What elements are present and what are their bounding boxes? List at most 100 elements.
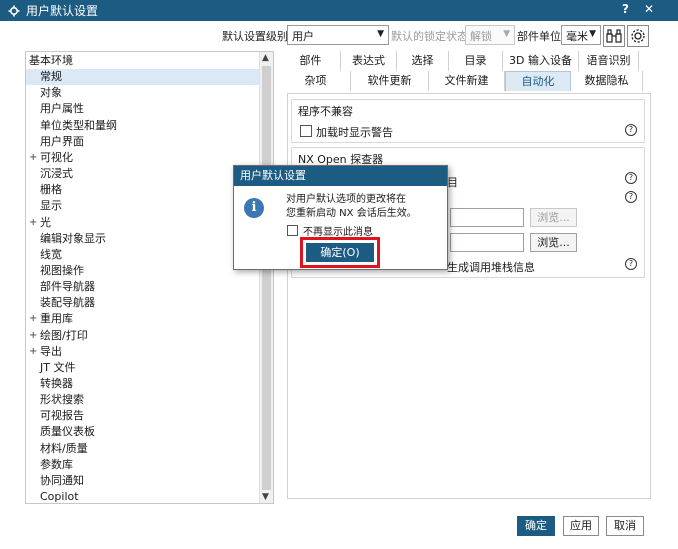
tree-item-label: 栅格 (40, 183, 62, 197)
tree-item-label: 形状搜索 (40, 393, 84, 407)
path-input-1[interactable] (450, 208, 524, 227)
tab[interactable]: 数据隐私 (571, 71, 643, 91)
units-value: 毫米 (566, 30, 588, 43)
binoculars-button[interactable] (603, 25, 625, 47)
tree-item-label: 线宽 (40, 247, 62, 261)
path-input-2[interactable] (450, 233, 524, 252)
tree-item-label: 部件导航器 (40, 280, 95, 294)
scroll-thumb[interactable] (262, 66, 271, 490)
tree-item-label: 可视化 (40, 150, 73, 164)
tab[interactable]: 部件 (281, 51, 341, 71)
partial-label: 目 (447, 176, 458, 189)
group-title: 程序不兼容 (298, 105, 353, 118)
tree-item[interactable]: 常规 (26, 69, 260, 86)
tab[interactable]: 目录 (449, 51, 503, 71)
tab[interactable]: 3D 输入设备 (503, 51, 579, 71)
tree-item-label: 装配导航器 (40, 296, 95, 310)
tab[interactable]: 软件更新 (351, 71, 429, 91)
cancel-button[interactable]: 取消 (606, 516, 644, 536)
dialog-message-line1: 对用户默认选项的更改将在 (286, 194, 406, 205)
units-label: 部件单位 (517, 30, 561, 43)
tree-item-label: 沉浸式 (40, 167, 73, 181)
stack-info-label: 生成调用堆栈信息 (447, 261, 535, 274)
lock-select[interactable]: 解锁 ▼ (465, 25, 515, 45)
tree-item-label: 质量仪表板 (40, 425, 95, 439)
units-select[interactable]: 毫米 ▼ (561, 25, 601, 45)
restart-notice-dialog: 用户默认设置 i 对用户默认选项的更改将在 您重新启动 NX 会话后生效。 不再… (233, 165, 448, 270)
show-warning-checkbox[interactable] (300, 125, 312, 137)
binoculars-icon (606, 29, 622, 43)
chevron-down-icon: ▼ (503, 29, 510, 39)
tree-item-label: 用户界面 (40, 134, 84, 148)
window-titlebar: 用户默认设置 ? ✕ (0, 0, 678, 21)
incompatible-group: 程序不兼容 加载时显示警告 ? (291, 99, 645, 143)
expand-icon[interactable]: + (29, 344, 37, 360)
tree-item-label: 编辑对象显示 (40, 231, 106, 245)
settings-button[interactable] (627, 25, 649, 47)
tab[interactable]: 杂项 (281, 71, 351, 91)
browse-button-1[interactable]: 浏览... (530, 208, 577, 227)
level-label: 默认设置级别 (222, 30, 288, 43)
tree-item-label: 基本环境 (29, 54, 73, 67)
tree-item-label: 材料/质量 (40, 441, 88, 455)
help-icon[interactable]: ? (625, 258, 637, 270)
lock-label: 默认的锁定状态 (391, 30, 468, 43)
tree-scrollbar[interactable]: ▲ ▼ (259, 52, 273, 503)
chevron-down-icon: ▼ (589, 29, 596, 39)
scroll-down-icon[interactable]: ▼ (262, 492, 269, 502)
tree-item-label: 单位类型和量纲 (40, 118, 117, 132)
tree-item-label: 视图操作 (40, 263, 84, 277)
window-title: 用户默认设置 (26, 4, 99, 18)
dont-show-label: 不再显示此消息 (303, 227, 373, 238)
level-select[interactable]: 用户 ▼ (287, 25, 389, 45)
scroll-up-icon[interactable]: ▲ (262, 53, 269, 63)
chevron-down-icon: ▼ (377, 29, 384, 39)
tab[interactable]: 文件新建 (429, 71, 505, 91)
dialog-title: 用户默认设置 (234, 166, 447, 186)
expand-icon[interactable]: + (29, 311, 37, 327)
help-icon[interactable]: ? (625, 191, 637, 203)
close-button[interactable]: ✕ (644, 2, 654, 16)
tab[interactable]: 语音识别 (579, 51, 639, 71)
tree-item-label: 用户属性 (40, 102, 84, 116)
tree-item-label: 常规 (40, 70, 62, 84)
dont-show-checkbox[interactable] (287, 225, 298, 236)
ok-button-highlight: 确定(O) (300, 237, 380, 268)
tree-item-label: 导出 (40, 344, 62, 358)
browse-button-2[interactable]: 浏览... (530, 233, 577, 252)
dialog-message: 对用户默认选项的更改将在 您重新启动 NX 会话后生效。 (286, 193, 417, 221)
dialog-message-line2: 您重新启动 NX 会话后生效。 (286, 208, 417, 219)
tree-item-label: 转换器 (40, 377, 73, 390)
help-button[interactable]: ? (622, 2, 629, 16)
info-icon: i (244, 198, 264, 218)
ok-button[interactable]: 确定 (517, 516, 555, 536)
tab[interactable]: 选择 (397, 51, 449, 71)
tree-item-label: 对象 (40, 86, 62, 100)
gear-icon (8, 5, 20, 16)
level-value: 用户 (292, 30, 314, 43)
tab[interactable]: 自动化 (505, 71, 571, 91)
help-icon[interactable]: ? (625, 124, 637, 136)
help-icon[interactable]: ? (625, 172, 637, 184)
apply-button[interactable]: 应用 (563, 516, 599, 536)
tab[interactable]: 表达式 (341, 51, 397, 71)
settings-tree[interactable]: 基本环境 常规 对象 用户属性 单位类型和量纲 用户界面 + 可视化 沉浸式 栅格 显示 + 光编辑对象… (25, 51, 274, 504)
settings-toolbar: 默认设置级别 用户 ▼ 默认的锁定状态 解锁 ▼ 部件单位 毫米 ▼ (0, 25, 678, 47)
expand-icon[interactable]: + (29, 150, 37, 166)
lock-value: 解锁 (470, 30, 492, 43)
show-warning-label: 加载时显示警告 (316, 126, 393, 139)
tree-item-label: 绘图/打印 (40, 328, 88, 342)
automation-panel: 程序不兼容 加载时显示警告 ? NX Open 探查器 目 ? ? 浏览... … (287, 93, 651, 499)
dialog-ok-button[interactable]: 确定(O) (306, 243, 374, 262)
tree-item-label: JT 文件 (40, 360, 76, 374)
tree-item-label: 显示 (40, 199, 62, 213)
tree-item-label: 重用库 (40, 312, 73, 326)
tree-item-label: 参数库 (40, 457, 73, 471)
tree-item-label: 可视报告 (40, 409, 84, 423)
tree-item-label: 协同通知 (40, 473, 84, 487)
gear-icon (631, 29, 645, 43)
tree-item-label: 光 (40, 215, 51, 229)
expand-icon[interactable]: + (29, 215, 37, 231)
tree-item-label: Copilot (40, 490, 79, 504)
expand-icon[interactable]: + (29, 328, 37, 344)
